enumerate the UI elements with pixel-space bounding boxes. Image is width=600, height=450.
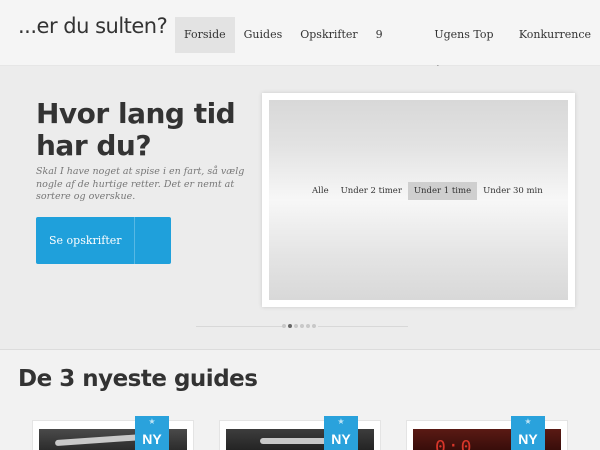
- see-recipes-button[interactable]: Se opskrifter: [36, 217, 171, 264]
- filter-under-2-timer[interactable]: Under 2 timer: [335, 182, 408, 200]
- filter-under-30-min[interactable]: Under 30 min: [477, 182, 549, 200]
- nav-item-guides[interactable]: Guides: [235, 17, 292, 53]
- hero-section: Hvor lang tid har du? Skal I have noget …: [0, 66, 600, 350]
- time-filter-bar: Alle Under 2 timer Under 1 time Under 30…: [306, 182, 549, 200]
- star-icon: ★: [148, 417, 156, 426]
- new-badge: ★ NY: [511, 416, 545, 450]
- new-badge: ★ NY: [324, 416, 358, 450]
- hero-description: Skal I have noget at spise i en fart, så…: [36, 166, 245, 202]
- slider-dot[interactable]: [300, 324, 304, 328]
- guide-card[interactable]: 0:0 ★ NY: [406, 416, 568, 450]
- slider-line-right: [318, 326, 408, 327]
- guides-section-title: De 3 nyeste guides: [18, 366, 258, 392]
- star-icon: ★: [524, 417, 532, 426]
- hero-title: Hvor lang tid har du?: [36, 97, 236, 162]
- button-divider: [134, 217, 135, 264]
- slide: Alle Under 2 timer Under 1 time Under 30…: [269, 100, 568, 300]
- site-logo[interactable]: ...er du sulten?: [18, 14, 168, 38]
- new-badge-label: NY: [518, 431, 538, 447]
- nav-item-opskrifter[interactable]: Opskrifter: [291, 17, 366, 53]
- slider-line-left: [196, 326, 286, 327]
- new-badge-label: NY: [142, 431, 162, 447]
- nav-item-konkurrence[interactable]: Konkurrence: [510, 17, 600, 53]
- slider-dot[interactable]: [306, 324, 310, 328]
- see-recipes-label: Se opskrifter: [49, 234, 122, 247]
- site-header: ...er du sulten? Forside Guides Opskrift…: [0, 0, 600, 77]
- nav-item-9-nyeste[interactable]: 9 nyeste: [367, 17, 426, 77]
- timer-digits: 0:0: [435, 437, 474, 450]
- slider-dot[interactable]: [288, 324, 292, 328]
- slider-dot[interactable]: [282, 324, 286, 328]
- filter-under-1-time[interactable]: Under 1 time: [407, 182, 478, 200]
- nav-item-forside[interactable]: Forside: [175, 17, 235, 53]
- slider-dot[interactable]: [294, 324, 298, 328]
- slider-dot[interactable]: [312, 324, 316, 328]
- new-badge: ★ NY: [135, 416, 169, 450]
- knife-blade: [260, 438, 330, 444]
- guide-card[interactable]: ★ NY: [219, 416, 381, 450]
- knife-blade: [54, 433, 146, 447]
- new-badge-label: NY: [331, 431, 351, 447]
- filter-alle[interactable]: Alle: [306, 182, 335, 200]
- guide-card[interactable]: ★ NY: [32, 416, 194, 450]
- star-icon: ★: [337, 417, 345, 426]
- nav-item-ugens-top-12[interactable]: Ugens Top 12: [425, 17, 510, 77]
- slider-dots: [282, 324, 318, 328]
- main-nav: Forside Guides Opskrifter 9 nyeste Ugens…: [175, 17, 600, 77]
- slideshow-frame: Alle Under 2 timer Under 1 time Under 30…: [262, 93, 575, 307]
